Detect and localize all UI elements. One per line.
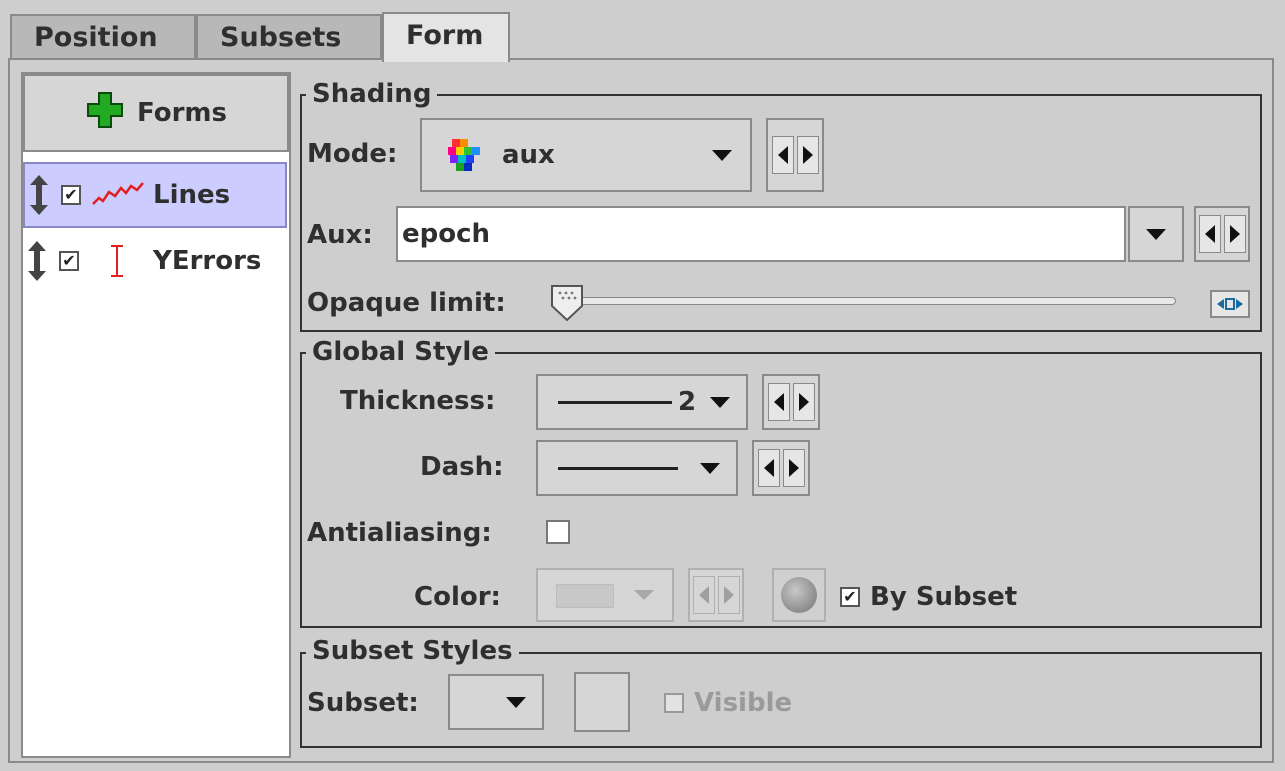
color-label: Color:: [414, 582, 501, 612]
aux-input[interactable]: epoch: [396, 206, 1126, 262]
by-subset-label: By Subset: [870, 582, 1018, 612]
color-ball-icon: [779, 575, 819, 615]
dash-stepper[interactable]: [752, 440, 810, 496]
drag-handle-icon[interactable]: [25, 240, 51, 282]
reset-icon: [1215, 296, 1245, 312]
lines-visible-checkbox[interactable]: ✔: [61, 185, 81, 205]
subset-select[interactable]: [448, 674, 544, 730]
thickness-stepper[interactable]: [762, 374, 820, 430]
color-chooser-button[interactable]: [772, 568, 826, 622]
subset-styles-title: Subset Styles: [306, 636, 519, 666]
line-sample-icon: [558, 467, 678, 470]
dash-select[interactable]: [536, 440, 738, 496]
color-select[interactable]: [536, 568, 674, 622]
aux-value: epoch: [402, 219, 491, 249]
previous-icon[interactable]: [692, 576, 715, 614]
antialiasing-box: [546, 520, 570, 544]
next-icon[interactable]: [717, 576, 740, 614]
previous-icon[interactable]: [771, 136, 794, 174]
previous-icon[interactable]: [757, 449, 780, 487]
previous-icon[interactable]: [767, 383, 790, 421]
color-swatch: [556, 584, 614, 608]
opaque-limit-slider-track[interactable]: [560, 297, 1176, 305]
shading-title: Shading: [306, 79, 438, 109]
antialiasing-checkbox[interactable]: [546, 520, 570, 551]
add-form-label: Forms: [137, 98, 227, 128]
next-icon[interactable]: [796, 136, 819, 174]
yerrors-visible-checkbox[interactable]: ✔: [59, 251, 79, 271]
mode-label: Mode:: [307, 139, 398, 169]
opaque-limit-label: Opaque limit:: [307, 288, 506, 318]
subset-label: Subset:: [307, 688, 419, 718]
subset-style-button[interactable]: [574, 672, 630, 732]
yerrors-label: YErrors: [153, 246, 262, 276]
list-item-yerrors[interactable]: ✔ YErrors: [23, 228, 287, 294]
mode-value: aux: [502, 140, 555, 170]
tab-form-label: Form: [406, 20, 484, 51]
opaque-limit-slider-thumb[interactable]: [550, 284, 584, 329]
thickness-value: 2: [678, 387, 697, 417]
slider-reset-button[interactable]: [1210, 290, 1250, 318]
tab-position-label: Position: [34, 22, 158, 53]
plus-icon: [85, 90, 125, 137]
tab-form[interactable]: Form: [382, 12, 510, 62]
mode-select[interactable]: aux: [420, 118, 752, 192]
next-icon[interactable]: [782, 449, 805, 487]
chevron-down-icon: [506, 696, 526, 708]
dash-label: Dash:: [420, 452, 504, 482]
visible-toggle[interactable]: Visible: [664, 688, 792, 718]
chevron-down-icon: [1146, 228, 1166, 240]
tab-position[interactable]: Position: [10, 14, 196, 60]
chevron-down-icon: [634, 590, 654, 600]
list-item-lines[interactable]: ✔ Lines: [23, 162, 287, 228]
lines-label: Lines: [153, 180, 231, 210]
chevron-down-icon: [710, 396, 730, 408]
by-subset-checkbox[interactable]: ✔: [840, 587, 860, 607]
next-icon[interactable]: [792, 383, 815, 421]
aux-shading-icon: [444, 135, 484, 175]
tab-subsets[interactable]: Subsets: [196, 14, 382, 60]
aux-dropdown-button[interactable]: [1128, 206, 1184, 262]
global-style-title: Global Style: [306, 337, 495, 367]
drag-handle-icon[interactable]: [27, 174, 53, 216]
form-window: Position Subsets Form Forms ✔ Lines ✔ YE…: [0, 0, 1285, 771]
visible-checkbox[interactable]: [664, 693, 684, 713]
thickness-select[interactable]: 2: [536, 374, 748, 430]
chevron-down-icon: [712, 149, 732, 161]
aux-stepper[interactable]: [1194, 206, 1250, 262]
yerror-bar-icon: [109, 243, 125, 279]
line-sample-icon: [558, 401, 672, 404]
antialiasing-label: Antialiasing:: [307, 518, 492, 548]
tab-subsets-label: Subsets: [220, 22, 342, 53]
visible-label: Visible: [694, 688, 793, 718]
by-subset-toggle[interactable]: ✔ By Subset: [840, 582, 1017, 612]
mode-stepper[interactable]: [766, 118, 824, 192]
aux-label: Aux:: [307, 220, 373, 250]
thickness-label: Thickness:: [340, 386, 496, 416]
next-icon[interactable]: [1223, 215, 1246, 253]
previous-icon[interactable]: [1198, 215, 1221, 253]
lines-icon: [91, 180, 145, 210]
add-form-button[interactable]: Forms: [23, 74, 289, 152]
chevron-down-icon: [700, 462, 720, 474]
color-stepper[interactable]: [688, 568, 744, 622]
